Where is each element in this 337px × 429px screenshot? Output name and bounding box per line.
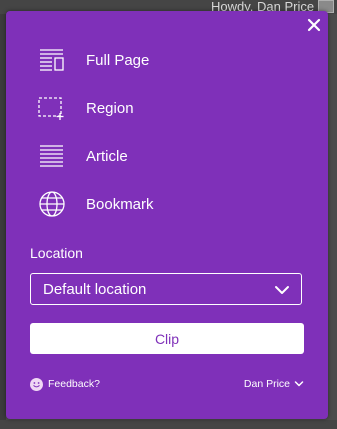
option-bookmark[interactable]: Bookmark bbox=[38, 187, 288, 221]
background-bottom-bar bbox=[0, 420, 337, 429]
globe-icon bbox=[38, 190, 66, 218]
option-article-label: Article bbox=[86, 147, 128, 165]
clip-button-label: Clip bbox=[154, 330, 180, 347]
location-label: Location bbox=[30, 245, 83, 261]
close-icon bbox=[307, 18, 321, 32]
user-menu[interactable]: Dan Price bbox=[244, 376, 304, 392]
option-article[interactable]: Article bbox=[38, 139, 288, 173]
feedback-label: Feedback? bbox=[48, 378, 100, 390]
user-name: Dan Price bbox=[243, 378, 290, 390]
clipper-panel: Full Page Region Article Bookmark Locati… bbox=[6, 11, 328, 419]
article-icon bbox=[38, 142, 66, 170]
location-select[interactable]: Default location bbox=[30, 273, 302, 305]
location-value: Default location bbox=[43, 281, 147, 298]
option-region[interactable]: Region bbox=[38, 91, 288, 125]
full-page-icon bbox=[38, 46, 66, 74]
option-bookmark-label: Bookmark bbox=[86, 195, 154, 213]
option-full-page-label: Full Page bbox=[86, 51, 150, 69]
chevron-down-icon bbox=[294, 380, 304, 388]
feedback-link[interactable]: Feedback? bbox=[30, 376, 100, 392]
option-region-label: Region bbox=[86, 99, 134, 117]
chevron-down-icon bbox=[274, 283, 290, 301]
clip-button[interactable]: Clip bbox=[30, 323, 304, 354]
option-full-page[interactable]: Full Page bbox=[38, 43, 288, 77]
smiley-icon bbox=[30, 377, 43, 391]
close-button[interactable] bbox=[307, 18, 321, 32]
region-icon bbox=[38, 94, 66, 122]
